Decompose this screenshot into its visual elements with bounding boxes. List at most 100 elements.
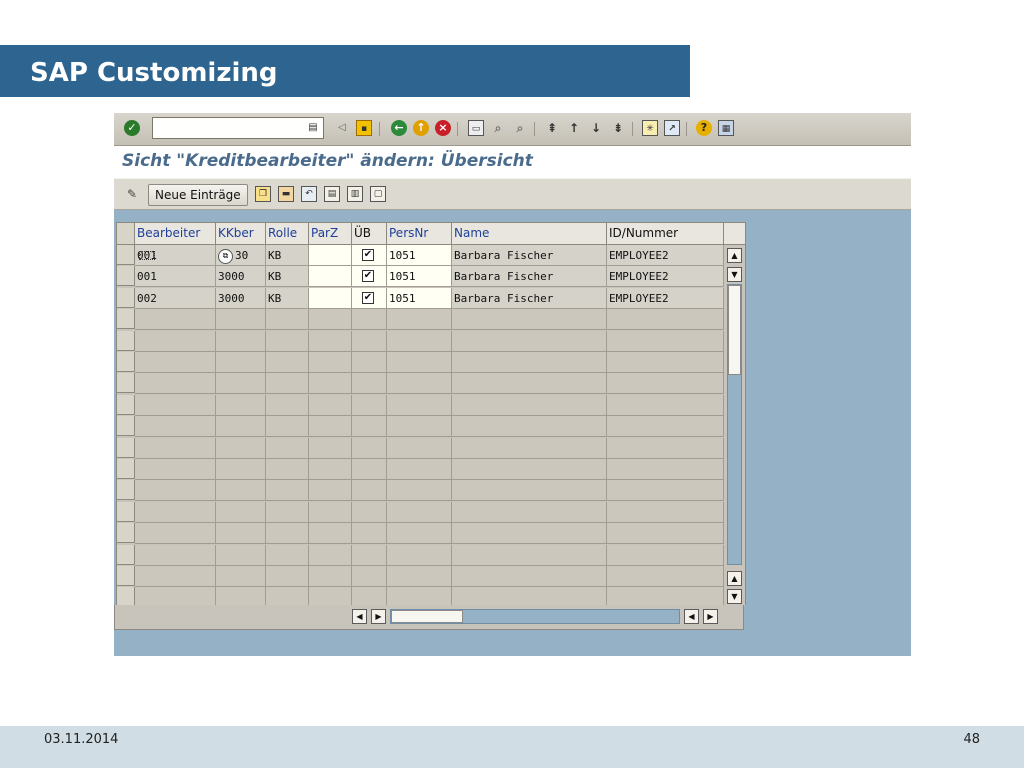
vertical-scroll-thumb[interactable]	[728, 285, 741, 375]
cell-rolle-text: KB	[268, 249, 282, 262]
cell-parz	[309, 437, 352, 459]
vertical-scroll-track[interactable]	[727, 284, 742, 565]
previous-page-icon[interactable]: ↑	[566, 120, 582, 136]
checkbox-ueb[interactable]: ✔	[362, 291, 374, 304]
cell-bearbeiter	[135, 459, 216, 480]
row-selector[interactable]	[117, 523, 135, 544]
row-selector[interactable]	[117, 330, 135, 351]
cell-persnr	[387, 459, 452, 480]
value-help-icon[interactable]: ⧉	[218, 248, 233, 264]
row-selector[interactable]	[117, 394, 135, 415]
vertical-scrollbar[interactable]: ▲ ▼ ▲ ▼	[724, 245, 745, 606]
cell-ueb	[352, 501, 387, 523]
cell-parz[interactable]	[309, 266, 352, 288]
print-icon[interactable]: ▭	[468, 120, 484, 136]
cell-bearbeiter	[135, 416, 216, 438]
back-icon[interactable]: ←	[391, 120, 407, 136]
horizontal-scroll-thumb[interactable]	[391, 610, 463, 623]
cell-persnr	[387, 352, 452, 373]
copy-as-icon[interactable]: ❐	[255, 186, 271, 202]
find-icon[interactable]: ⌕	[490, 120, 506, 136]
row-selector[interactable]	[117, 352, 135, 372]
cell-name	[452, 437, 607, 459]
column-header-kkber[interactable]: KKber	[216, 223, 266, 244]
cell-id-nummer	[607, 566, 724, 587]
horizontal-scroll-track[interactable]	[390, 609, 680, 624]
undo-icon[interactable]: ↶	[301, 186, 317, 202]
first-page-icon[interactable]: ⇞	[544, 120, 560, 136]
scroll-left-icon[interactable]: ◀	[684, 609, 699, 624]
last-page-icon[interactable]: ⇟	[610, 120, 626, 136]
column-header-bearbeiter[interactable]: Bearbeiter	[135, 223, 216, 244]
new-session-icon[interactable]: ✳	[642, 120, 658, 136]
collapse-icon[interactable]: ◁	[334, 120, 350, 136]
save-icon[interactable]: ▪	[356, 120, 372, 136]
scroll-up-icon[interactable]: ▲	[727, 248, 742, 263]
command-dropdown-icon[interactable]: ▤	[306, 120, 320, 135]
scroll-down-icon[interactable]: ▼	[727, 589, 742, 604]
row-selector[interactable]	[117, 566, 135, 586]
cell-parz[interactable]	[309, 287, 352, 309]
select-block-icon[interactable]: ▥	[347, 186, 363, 202]
cell-rolle	[266, 352, 309, 373]
cell-ueb[interactable]: ✔	[352, 287, 387, 309]
column-header-parz[interactable]: ParZ	[309, 223, 352, 244]
select-all-rows-button[interactable]	[117, 223, 135, 244]
column-header-ueb[interactable]: ÜB	[352, 223, 387, 244]
new-entries-button[interactable]: Neue Einträge	[148, 184, 248, 206]
column-header-persnr[interactable]: PersNr	[387, 223, 452, 244]
cell-id-nummer	[607, 309, 724, 331]
cell-bearbeiter: 001	[135, 245, 216, 266]
enter-icon[interactable]: ✓	[124, 120, 140, 136]
row-selector[interactable]	[117, 287, 135, 308]
cell-parz	[309, 459, 352, 480]
checkbox-ueb[interactable]: ✔	[362, 270, 374, 283]
find-next-icon[interactable]: ⌕	[512, 120, 528, 136]
exit-icon[interactable]: ↑	[413, 120, 429, 136]
column-header-rolle[interactable]: Rolle	[266, 223, 309, 244]
cell-persnr[interactable]: 1051	[387, 287, 452, 309]
row-selector[interactable]	[117, 459, 135, 479]
column-header-name[interactable]: Name	[452, 223, 607, 244]
deselect-all-icon[interactable]: ▢	[370, 186, 386, 202]
empty-table-row	[117, 523, 745, 545]
cell-parz[interactable]	[309, 245, 352, 266]
cell-id-nummer	[607, 501, 724, 523]
row-selector[interactable]	[117, 245, 135, 265]
row-selector[interactable]	[117, 480, 135, 501]
cell-ueb[interactable]: ✔	[352, 266, 387, 288]
change-display-icon[interactable]: ✎	[124, 186, 140, 202]
column-header-id-nummer[interactable]: ID/Nummer	[607, 223, 724, 244]
cell-rolle	[266, 459, 309, 480]
row-selector[interactable]	[117, 544, 135, 565]
row-selector[interactable]	[117, 501, 135, 522]
row-selector[interactable]	[117, 416, 135, 437]
cell-bearbeiter: 002	[135, 287, 216, 309]
help-icon[interactable]: ?	[696, 120, 712, 136]
row-selector[interactable]	[117, 266, 135, 287]
cell-ueb[interactable]: ✔	[352, 245, 387, 266]
select-all-icon[interactable]: ▤	[324, 186, 340, 202]
row-selector[interactable]	[117, 437, 135, 458]
scroll-right-icon[interactable]: ▶	[371, 609, 386, 624]
cell-ueb	[352, 566, 387, 587]
cell-persnr[interactable]: 1051	[387, 266, 452, 288]
row-selector[interactable]	[117, 309, 135, 330]
cell-persnr	[387, 394, 452, 416]
checkbox-ueb[interactable]: ✔	[362, 249, 374, 261]
cancel-icon[interactable]: ×	[435, 120, 451, 136]
scroll-up-icon[interactable]: ▲	[727, 571, 742, 586]
scroll-left-icon[interactable]: ◀	[352, 609, 367, 624]
cell-rolle: KB	[266, 245, 309, 266]
cell-persnr[interactable]: 1051	[387, 245, 452, 266]
scroll-right-icon[interactable]: ▶	[703, 609, 718, 624]
cell-rolle	[266, 523, 309, 545]
horizontal-scrollbar[interactable]: ◀ ▶ ◀ ▶	[350, 608, 720, 626]
delete-icon[interactable]: ▬	[278, 186, 294, 202]
next-page-icon[interactable]: ↓	[588, 120, 604, 136]
layout-icon[interactable]: ▦	[718, 120, 734, 136]
shortcut-icon[interactable]: ↗	[664, 120, 680, 136]
row-selector[interactable]	[117, 373, 135, 394]
command-field[interactable]: ▤	[152, 117, 324, 139]
scroll-down-icon[interactable]: ▼	[727, 267, 742, 282]
